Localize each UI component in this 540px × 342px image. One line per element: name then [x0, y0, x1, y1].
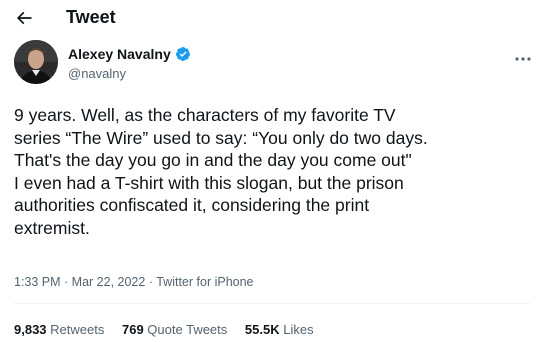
author-handle[interactable]: @navalny [68, 66, 126, 81]
tweet-text: 9 years. Well, as the characters of my f… [14, 104, 530, 239]
tweet-text-line: series “The Wire” used to say: “You only… [14, 127, 428, 148]
author-name-link[interactable]: Alexey Navalny [68, 46, 191, 62]
likes-label: Likes [279, 322, 314, 337]
tweet-text-line: That's the day you go in and the day you… [14, 150, 412, 170]
tweet-text-line: 9 years. Well, as the characters of my f… [14, 105, 396, 125]
top-bar: Tweet [0, 0, 540, 36]
arrow-left-icon [16, 11, 32, 25]
more-options-button[interactable] [512, 52, 534, 66]
divider [14, 303, 530, 304]
page-title: Tweet [66, 7, 116, 27]
tweet-time: 1:33 PM [14, 275, 61, 289]
author-name: Alexey Navalny [68, 46, 171, 62]
meta-separator: · [60, 275, 72, 289]
back-button[interactable] [12, 6, 36, 30]
tweet-text-line: I even had a T-shirt with this slogan, b… [14, 172, 404, 193]
quote-tweets-count: 769 [121, 322, 144, 337]
verified-badge-icon [175, 47, 190, 61]
avatar[interactable] [14, 40, 58, 84]
quote-tweets-stat[interactable]: 769 Quote Tweets [122, 322, 227, 337]
tweet-source-link[interactable]: Twitter for iPhone [156, 275, 253, 289]
retweets-stat[interactable]: 9,833 Retweets [14, 322, 104, 337]
tweet-author: Alexey Navalny @navalny [0, 40, 540, 96]
meta-separator: · [145, 275, 157, 289]
tweet-text-line: authorities confiscated it, considering … [14, 195, 370, 215]
tweet-stats: 9,833 Retweets 769 Quote Tweets 55.5K Li… [14, 322, 328, 337]
tweet-date: Mar 22, 2022 [71, 275, 146, 289]
tweet-time-link[interactable]: 1:33 PM · Mar 22, 2022 [14, 275, 145, 289]
avatar-image [14, 40, 58, 84]
likes-count: 55.5K [244, 322, 280, 337]
retweets-label: Retweets [46, 322, 105, 337]
tweet-text-line: extremist. [14, 217, 90, 238]
likes-stat[interactable]: 55.5K Likes [245, 322, 314, 337]
retweets-count: 9,833 [14, 322, 47, 337]
quote-tweets-label: Quote Tweets [143, 322, 228, 337]
more-horizontal-icon [515, 57, 531, 61]
tweet-meta: 1:33 PM · Mar 22, 2022 · Twitter for iPh… [14, 275, 254, 289]
